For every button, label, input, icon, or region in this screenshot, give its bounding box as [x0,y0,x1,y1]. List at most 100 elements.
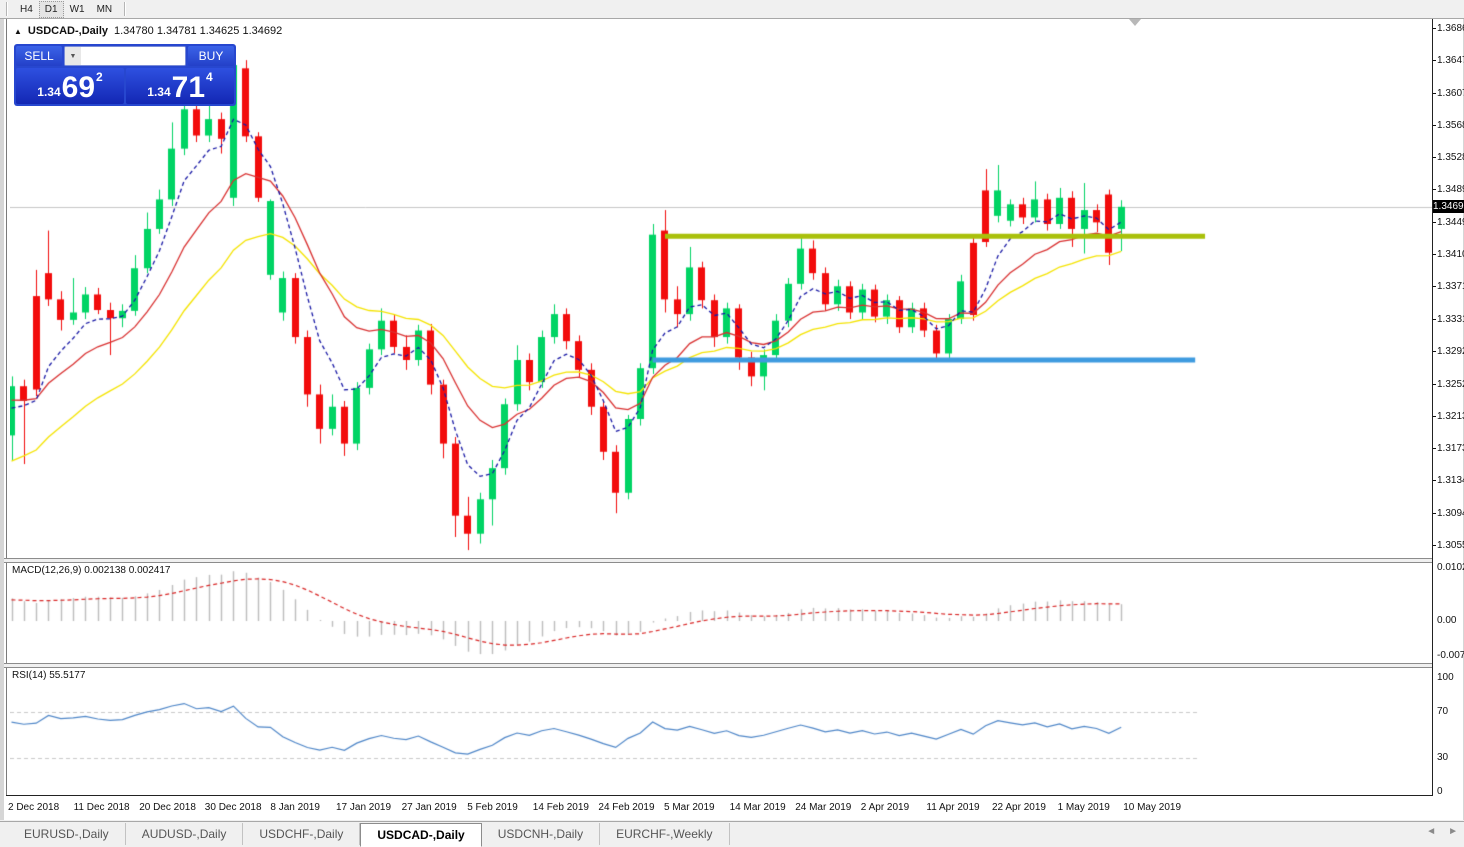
symbol-label: USDCAD-,Daily [28,25,108,37]
tab-scroll-left-icon[interactable]: ◄ [1426,826,1436,837]
sell-button[interactable]: SELL [16,46,62,66]
rsi-axis-label: 70 [1437,706,1448,717]
sell-price-prefix: 1.34 [37,85,60,99]
price-axis-tick [1433,513,1436,514]
time-axis-label: 5 Mar 2019 [664,802,715,813]
one-click-trading-panel: SELL ▼ ▲ BUY 1.34 69 2 1.34 71 4 [14,44,236,106]
buy-price-button[interactable]: 1.34 71 4 [126,68,234,104]
pane-separator-macd[interactable] [4,558,1463,563]
price-axis-tick [1433,93,1436,94]
time-axis-label: 20 Dec 2018 [139,802,196,813]
buy-button[interactable]: BUY [188,46,234,66]
price-axis-tick [1433,254,1436,255]
buy-price-prefix: 1.34 [147,85,170,99]
price-axis-label: 1.32520 [1437,379,1464,390]
price-axis-label: 1.32920 [1437,346,1464,357]
price-axis-tick [1433,286,1436,287]
price-axis-label: 1.36470 [1437,55,1464,66]
macd-axis-label: -0.007477 [1437,650,1464,661]
time-axis-label: 11 Apr 2019 [926,802,979,813]
price-axis-label: 1.36860 [1437,23,1464,34]
price-axis-tick [1433,416,1436,417]
time-axis-label: 30 Dec 2018 [205,802,262,813]
time-axis-label: 17 Jan 2019 [336,802,391,813]
timeframe-button-h4[interactable]: H4 [14,1,39,18]
mt4-application: H4D1W1MN 1.34692 1.368601.364701.360701.… [0,0,1464,847]
price-chart-canvas[interactable] [10,20,1432,795]
chart-tab-usdchf[interactable]: USDCHF-,Daily [243,823,360,845]
price-axis-tick [1433,189,1436,190]
price-axis-label: 1.35280 [1437,152,1464,163]
volume-decrease-button[interactable]: ▼ [65,47,81,65]
sell-price-button[interactable]: 1.34 69 2 [16,68,124,104]
volume-box: ▼ ▲ [64,46,186,66]
buy-price-pip: 4 [206,70,213,84]
current-price-badge: 1.34692 [1433,200,1464,213]
chart-tab-audusd[interactable]: AUDUSD-,Daily [126,823,244,845]
time-axis-label: 24 Mar 2019 [795,802,851,813]
price-axis-tick [1433,157,1436,158]
price-axis-tick [1433,480,1436,481]
price-axis-tick [1433,351,1436,352]
timeframe-button-d1[interactable]: D1 [39,1,64,18]
price-axis-label: 1.34100 [1437,249,1464,260]
volume-input[interactable] [81,47,186,65]
time-axis-line [6,795,1463,796]
price-axis-tick [1433,222,1436,223]
price-axis-tick [1433,545,1436,546]
time-axis-label: 2 Dec 2018 [8,802,59,813]
price-axis-label: 1.36070 [1437,88,1464,99]
time-axis-label: 1 May 2019 [1058,802,1110,813]
buy-price-main: 71 [172,73,205,103]
time-axis-label: 14 Feb 2019 [533,802,589,813]
timeframe-button-w1[interactable]: W1 [64,1,91,18]
chart-tab-usdcnh[interactable]: USDCNH-,Daily [482,823,600,845]
price-axis-label: 1.30940 [1437,508,1464,519]
price-axis-label: 1.33310 [1437,314,1464,325]
time-axis-label: 8 Jan 2019 [270,802,320,813]
tab-scroll-right-icon[interactable]: ► [1448,826,1458,837]
ohlc-values: 1.34780 1.34781 1.34625 1.34692 [114,25,282,37]
price-axis-label: 1.30550 [1437,540,1464,551]
time-axis-label: 24 Feb 2019 [598,802,654,813]
time-axis-label: 10 May 2019 [1123,802,1181,813]
price-axis-label: 1.34890 [1437,184,1464,195]
price-axis-tick [1433,319,1436,320]
rsi-axis-label: 100 [1437,672,1454,683]
price-axis-label: 1.35680 [1437,120,1464,131]
chart-shift-marker-icon[interactable] [1129,19,1141,26]
price-axis-label: 1.31730 [1437,443,1464,454]
time-axis-label: 11 Dec 2018 [74,802,130,813]
time-axis-label: 22 Apr 2019 [992,802,1046,813]
rsi-axis-label: 30 [1437,752,1448,763]
time-axis-label: 14 Mar 2019 [730,802,786,813]
chart-title: ▲ USDCAD-,Daily 1.34780 1.34781 1.34625 … [14,25,282,37]
price-axis-label: 1.34490 [1437,217,1464,228]
time-axis-label: 27 Jan 2019 [402,802,457,813]
price-axis-tick [1433,448,1436,449]
plot-frame [6,19,1431,796]
macd-indicator-label: MACD(12,26,9) 0.002138 0.002417 [12,565,170,576]
price-axis-label: 1.32130 [1437,411,1464,422]
time-axis-label: 2 Apr 2019 [861,802,909,813]
pane-separator-rsi[interactable] [4,663,1463,668]
timeframe-toolbar: H4D1W1MN [0,0,1464,19]
price-axis: 1.34692 1.36860 1.36470 1.36070 1.35680 1.35… [1433,19,1463,796]
chart-tab-eurchf[interactable]: EURCHF-,Weekly [600,823,729,845]
price-axis-label: 1.33710 [1437,281,1464,292]
chart-tab-bar: EURUSD-,DailyAUDUSD-,DailyUSDCHF-,DailyU… [0,821,1464,847]
time-axis-label: 5 Feb 2019 [467,802,518,813]
sell-price-pip: 2 [96,70,103,84]
chart-tab-eurusd[interactable]: EURUSD-,Daily [8,823,126,845]
price-axis-tick [1433,384,1436,385]
chart-tab-usdcad[interactable]: USDCAD-,Daily [360,823,481,847]
price-axis-tick [1433,28,1436,29]
timeframe-button-mn[interactable]: MN [91,1,119,18]
toolbar-separator [6,2,8,16]
price-axis-tick [1433,125,1436,126]
price-axis-tick [1433,60,1436,61]
rsi-indicator-label: RSI(14) 55.5177 [12,670,85,681]
one-click-collapse-icon[interactable]: ▲ [14,27,22,36]
macd-axis-label: 0.010229 [1437,562,1464,573]
sell-price-main: 69 [62,73,95,103]
